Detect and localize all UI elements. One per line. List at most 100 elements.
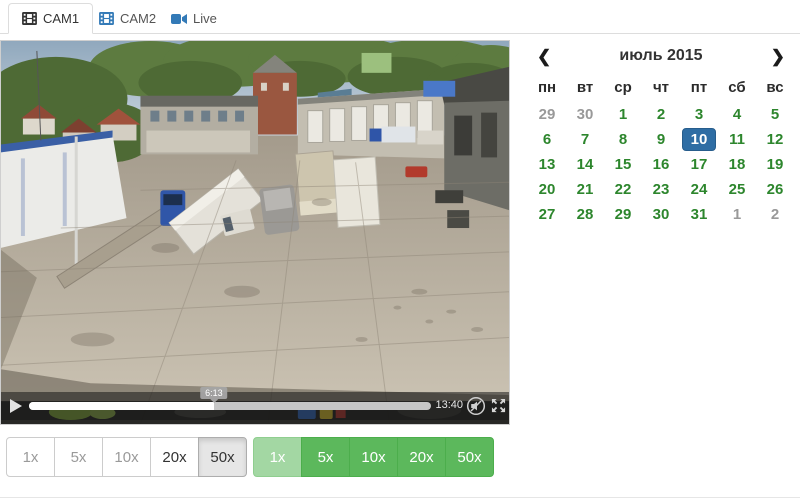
speed-button-10x-back[interactable]: 10x (102, 437, 151, 477)
weekday-label-ср: ср (604, 76, 642, 100)
calendar-day-24[interactable]: 24 (680, 177, 718, 202)
fast-speed-group: 1x5x10x20x50x (253, 437, 494, 477)
play-button[interactable] (10, 399, 22, 413)
calendar: ❮ июль 2015 ❯ пнвтсрчтптсбвс 29301234567… (528, 44, 794, 227)
calendar-day-4[interactable]: 4 (718, 102, 756, 127)
calendar-day-label: 3 (682, 104, 716, 125)
player-controls: 6:13 13:40 (1, 392, 509, 420)
calendar-day-label: 31 (682, 204, 716, 225)
calendar-day-label: 23 (644, 179, 678, 200)
calendar-day-26[interactable]: 26 (756, 177, 794, 202)
calendar-day-9[interactable]: 9 (642, 127, 680, 152)
calendar-day-27[interactable]: 27 (528, 202, 566, 227)
calendar-day-25[interactable]: 25 (718, 177, 756, 202)
weekday-label-сб: сб (718, 76, 756, 100)
calendar-next-icon[interactable]: ❯ (771, 48, 785, 65)
speed-button-50x-back[interactable]: 50x (198, 437, 247, 477)
calendar-day-label: 14 (568, 154, 602, 175)
film-icon (99, 12, 114, 25)
calendar-day-label: 19 (758, 154, 792, 175)
calendar-day-1[interactable]: 1 (604, 102, 642, 127)
fullscreen-button[interactable] (491, 398, 506, 418)
calendar-day-label: 2 (644, 104, 678, 125)
calendar-day-label: 20 (530, 179, 564, 200)
calendar-day-label: 5 (758, 104, 792, 125)
calendar-day-2[interactable]: 2 (642, 102, 680, 127)
calendar-day-12[interactable]: 12 (756, 127, 794, 152)
calendar-day-14[interactable]: 14 (566, 152, 604, 177)
calendar-day-label: 10 (682, 128, 716, 151)
calendar-day-23[interactable]: 23 (642, 177, 680, 202)
seek-bar-played (29, 402, 214, 410)
speed-button-1x-back[interactable]: 1x (6, 437, 55, 477)
tab-cam2[interactable]: CAM2 (86, 3, 169, 34)
calendar-day-19[interactable]: 19 (756, 152, 794, 177)
calendar-day-label: 4 (720, 104, 754, 125)
calendar-day-20[interactable]: 20 (528, 177, 566, 202)
calendar-weekdays: пнвтсрчтптсбвс (528, 76, 794, 100)
calendar-day-label: 24 (682, 179, 716, 200)
calendar-day-13[interactable]: 13 (528, 152, 566, 177)
calendar-prev-icon[interactable]: ❮ (537, 48, 551, 65)
speed-button-20x-back[interactable]: 20x (150, 437, 199, 477)
bottom-divider (0, 497, 800, 498)
calendar-day-5[interactable]: 5 (756, 102, 794, 127)
calendar-day-label: 11 (720, 129, 754, 150)
time-display: 13:40 (435, 399, 463, 411)
speed-button-5x-back[interactable]: 5x (54, 437, 103, 477)
seek-bar[interactable]: 6:13 (29, 402, 431, 410)
calendar-day-label: 13 (530, 154, 564, 175)
calendar-day-label: 30 (568, 104, 602, 125)
calendar-day-label: 1 (720, 204, 754, 225)
calendar-day-21[interactable]: 21 (566, 177, 604, 202)
calendar-day-18[interactable]: 18 (718, 152, 756, 177)
video-player: 6:13 13:40 (0, 40, 510, 425)
calendar-day-1[interactable]: 1 (718, 202, 756, 227)
calendar-day-label: 2 (758, 204, 792, 225)
weekday-label-вс: вс (756, 76, 794, 100)
calendar-day-label: 15 (606, 154, 640, 175)
film-icon (22, 12, 37, 25)
weekday-label-пт: пт (680, 76, 718, 100)
speed-button-10x-fwd[interactable]: 10x (349, 437, 398, 477)
calendar-day-label: 18 (720, 154, 754, 175)
calendar-day-3[interactable]: 3 (680, 102, 718, 127)
speed-button-5x-fwd[interactable]: 5x (301, 437, 350, 477)
calendar-day-label: 16 (644, 154, 678, 175)
playback-speed-group: 1x5x10x20x50x (6, 437, 247, 477)
calendar-day-29[interactable]: 29 (604, 202, 642, 227)
speed-button-50x-fwd[interactable]: 50x (445, 437, 494, 477)
calendar-day-7[interactable]: 7 (566, 127, 604, 152)
calendar-day-label: 25 (720, 179, 754, 200)
calendar-day-11[interactable]: 11 (718, 127, 756, 152)
calendar-day-30[interactable]: 30 (642, 202, 680, 227)
calendar-day-31[interactable]: 31 (680, 202, 718, 227)
calendar-day-16[interactable]: 16 (642, 152, 680, 177)
calendar-day-28[interactable]: 28 (566, 202, 604, 227)
calendar-day-label: 28 (568, 204, 602, 225)
calendar-day-label: 9 (644, 129, 678, 150)
tab-label: CAM1 (43, 11, 79, 26)
tab-live[interactable]: Live (158, 3, 230, 34)
mute-icon[interactable] (466, 396, 486, 421)
calendar-day-label: 6 (530, 129, 564, 150)
calendar-day-8[interactable]: 8 (604, 127, 642, 152)
speed-button-1x-fwd[interactable]: 1x (253, 437, 302, 477)
calendar-day-30[interactable]: 30 (566, 102, 604, 127)
speed-button-20x-fwd[interactable]: 20x (397, 437, 446, 477)
calendar-day-10-selected[interactable]: 10 (680, 127, 718, 152)
calendar-day-15[interactable]: 15 (604, 152, 642, 177)
calendar-day-label: 29 (606, 204, 640, 225)
calendar-day-6[interactable]: 6 (528, 127, 566, 152)
calendar-day-17[interactable]: 17 (680, 152, 718, 177)
calendar-day-2[interactable]: 2 (756, 202, 794, 227)
calendar-day-label: 22 (606, 179, 640, 200)
seek-tooltip: 6:13 (200, 387, 228, 399)
tab-label: CAM2 (120, 11, 156, 26)
seek-tooltip-time: 6:13 (205, 388, 223, 398)
calendar-day-label: 7 (568, 129, 602, 150)
speed-controls: 1x5x10x20x50x 1x5x10x20x50x (6, 437, 494, 477)
calendar-day-29[interactable]: 29 (528, 102, 566, 127)
calendar-day-22[interactable]: 22 (604, 177, 642, 202)
tab-cam1[interactable]: CAM1 (8, 3, 93, 34)
